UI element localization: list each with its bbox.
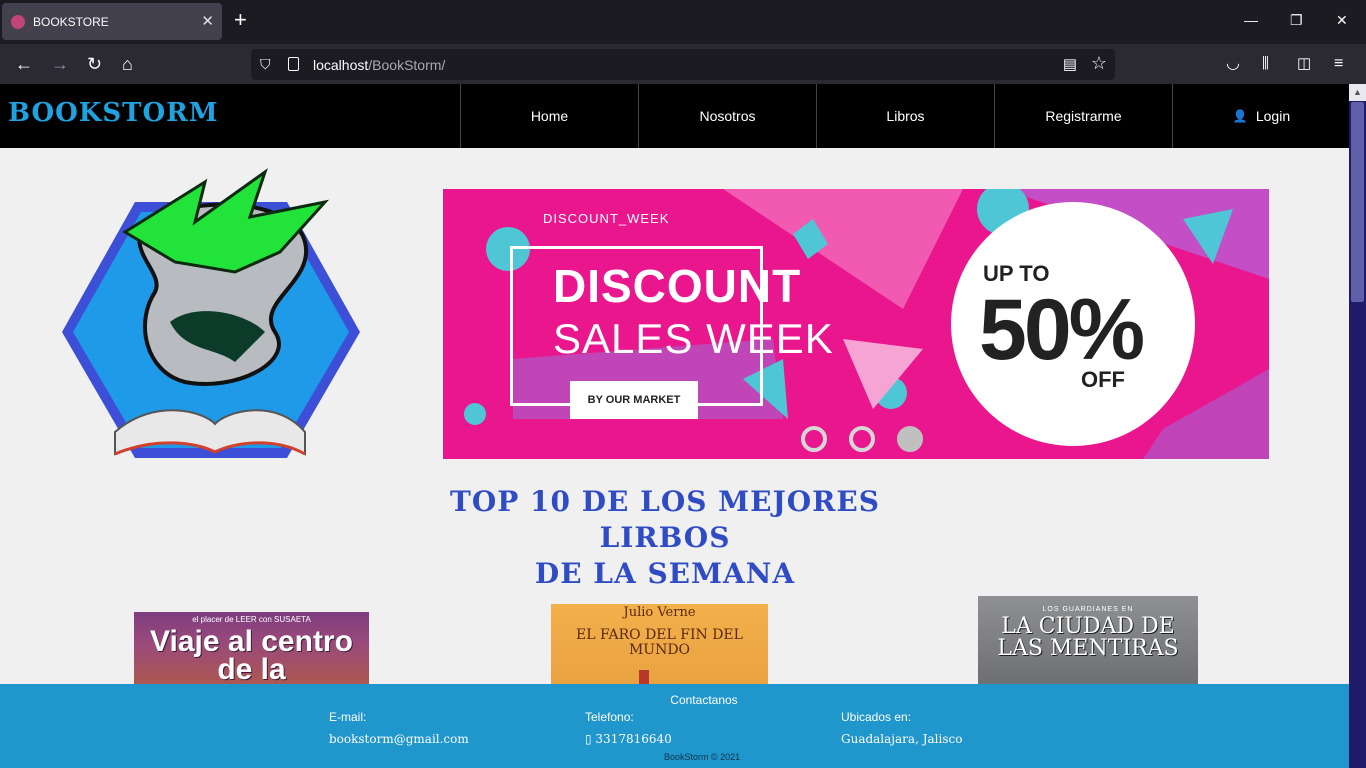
user-icon: 👤 <box>1232 109 1248 123</box>
section-title-line1: Top 10 de los mejores lirbos <box>450 485 880 554</box>
lighthouse-image <box>639 670 649 684</box>
menu-item-nosotros[interactable]: Nosotros <box>638 84 816 148</box>
browser-tab[interactable]: BOOKSTORE ✕ <box>2 3 222 40</box>
banner-subheadline: SALES WEEK <box>553 315 834 362</box>
location-value: Guadalajara, Jalisco <box>841 732 963 746</box>
location-label: Ubicados en: <box>841 710 912 724</box>
book-cover-ciudad[interactable]: LOS GUARDIANES EN LA CIUDAD DE LAS MENTI… <box>978 596 1198 692</box>
tab-close-icon[interactable]: ✕ <box>201 12 214 30</box>
library-icon[interactable]: ⫼ <box>1262 54 1269 74</box>
close-window-button[interactable]: ✕ <box>1336 12 1348 29</box>
section-title: Top 10 de los mejores lirbos de la seman… <box>400 484 930 592</box>
footer-phone: Telefono: ▯ 3317816640 <box>585 710 672 746</box>
browser-tabbar: BOOKSTORE ✕ + — ❐ ✕ <box>0 0 1366 44</box>
book-title: Viaje al centro de la <box>150 625 353 686</box>
bookmark-star-icon[interactable]: ☆ <box>1091 53 1107 74</box>
menu-item-registrarme[interactable]: Registrarme <box>994 84 1172 148</box>
page-viewport: BOOKSTORM Home Nosotros Libros Registrar… <box>0 84 1349 768</box>
forward-icon[interactable]: → <box>51 54 69 74</box>
discount-percent: 50% <box>979 282 1145 378</box>
promo-carousel[interactable]: DISCOUNT_WEEK DISCOUNT SALES WEEK BY OUR… <box>443 189 1269 459</box>
section-title-line2: de la semana <box>534 557 796 590</box>
page-icon <box>288 57 299 71</box>
login-label: Login <box>1255 108 1291 124</box>
menu-item-home[interactable]: Home <box>460 84 638 148</box>
book-title: EL FARO DEL FIN DEL MUNDO <box>576 627 743 658</box>
restore-button[interactable]: ❐ <box>1290 12 1303 29</box>
footer-heading: Contactanos <box>670 693 738 707</box>
menu-icon[interactable]: ≡ <box>1334 54 1343 74</box>
pocket-icon[interactable]: ◡ <box>1226 54 1240 74</box>
brand-logo-text[interactable]: BOOKSTORM <box>8 98 219 128</box>
carousel-dot-3[interactable] <box>897 426 923 452</box>
menu-item-libros[interactable]: Libros <box>816 84 994 148</box>
banner-headline: DISCOUNT <box>553 260 802 312</box>
browser-toolbar: ← → ↻ ⌂ ⛉ localhost/BookStorm/ ▤ ☆ ◡ ⫼ ◫… <box>0 44 1366 84</box>
reader-view-icon[interactable]: ▤ <box>1063 55 1077 73</box>
scroll-thumb[interactable] <box>1351 102 1364 302</box>
menu-item-login[interactable]: 👤 Login <box>1172 84 1349 148</box>
book-publisher-text: el placer de LEER con SUSAETA <box>192 615 311 624</box>
email-value[interactable]: bookstorm@gmail.com <box>329 732 469 746</box>
back-icon[interactable]: ← <box>15 54 33 74</box>
new-tab-button[interactable]: + <box>234 9 247 31</box>
social-handle: DISCOUNT_WEEK <box>543 211 670 226</box>
carousel-dot-2[interactable] <box>849 426 875 452</box>
footer-email: E-mail: bookstorm@gmail.com <box>329 710 469 746</box>
book-author: Julio Verne <box>623 605 696 620</box>
phone-value: ▯ 3317816640 <box>585 732 672 746</box>
address-bar[interactable]: ⛉ localhost/BookStorm/ ▤ ☆ <box>251 49 1115 80</box>
main-menu: Home Nosotros Libros Registrarme 👤 Login <box>460 84 1349 148</box>
url-text[interactable]: localhost/BookStorm/ <box>313 57 445 73</box>
tab-title: BOOKSTORE <box>33 15 109 29</box>
email-label: E-mail: <box>329 710 367 724</box>
book-series: LOS GUARDIANES EN <box>1042 606 1134 613</box>
site-footer: Contactanos E-mail: bookstorm@gmail.com … <box>0 684 1349 768</box>
off-text: OFF <box>1081 367 1125 392</box>
reload-icon[interactable]: ↻ <box>87 54 102 74</box>
book-title: LA CIUDAD DE LAS MENTIRAS <box>997 614 1179 661</box>
favicon-icon <box>11 15 25 29</box>
home-icon[interactable]: ⌂ <box>122 54 133 74</box>
carousel-indicators <box>801 426 923 452</box>
footer-location: Ubicados en: Guadalajara, Jalisco <box>841 710 962 746</box>
banner-market-button[interactable]: BY OUR MARKET <box>570 381 698 419</box>
phone-label: Telefono: <box>585 710 634 724</box>
site-header: BOOKSTORM Home Nosotros Libros Registrar… <box>0 84 1349 148</box>
bookstorm-logo-image <box>62 168 360 458</box>
book-cover-faro[interactable]: Julio Verne EL FARO DEL FIN DEL MUNDO <box>551 604 768 694</box>
carousel-dot-1[interactable] <box>801 426 827 452</box>
book-cover-viaje[interactable]: el placer de LEER con SUSAETA Viaje al c… <box>134 612 369 692</box>
shield-icon[interactable]: ⛉ <box>260 56 271 73</box>
copyright: BookStorm © 2021 <box>664 752 741 762</box>
page-scrollbar[interactable]: ▲ <box>1349 84 1366 768</box>
scroll-up-arrow[interactable]: ▲ <box>1349 84 1366 101</box>
sidebar-icon[interactable]: ◫ <box>1297 54 1311 74</box>
minimize-button[interactable]: — <box>1244 12 1258 28</box>
